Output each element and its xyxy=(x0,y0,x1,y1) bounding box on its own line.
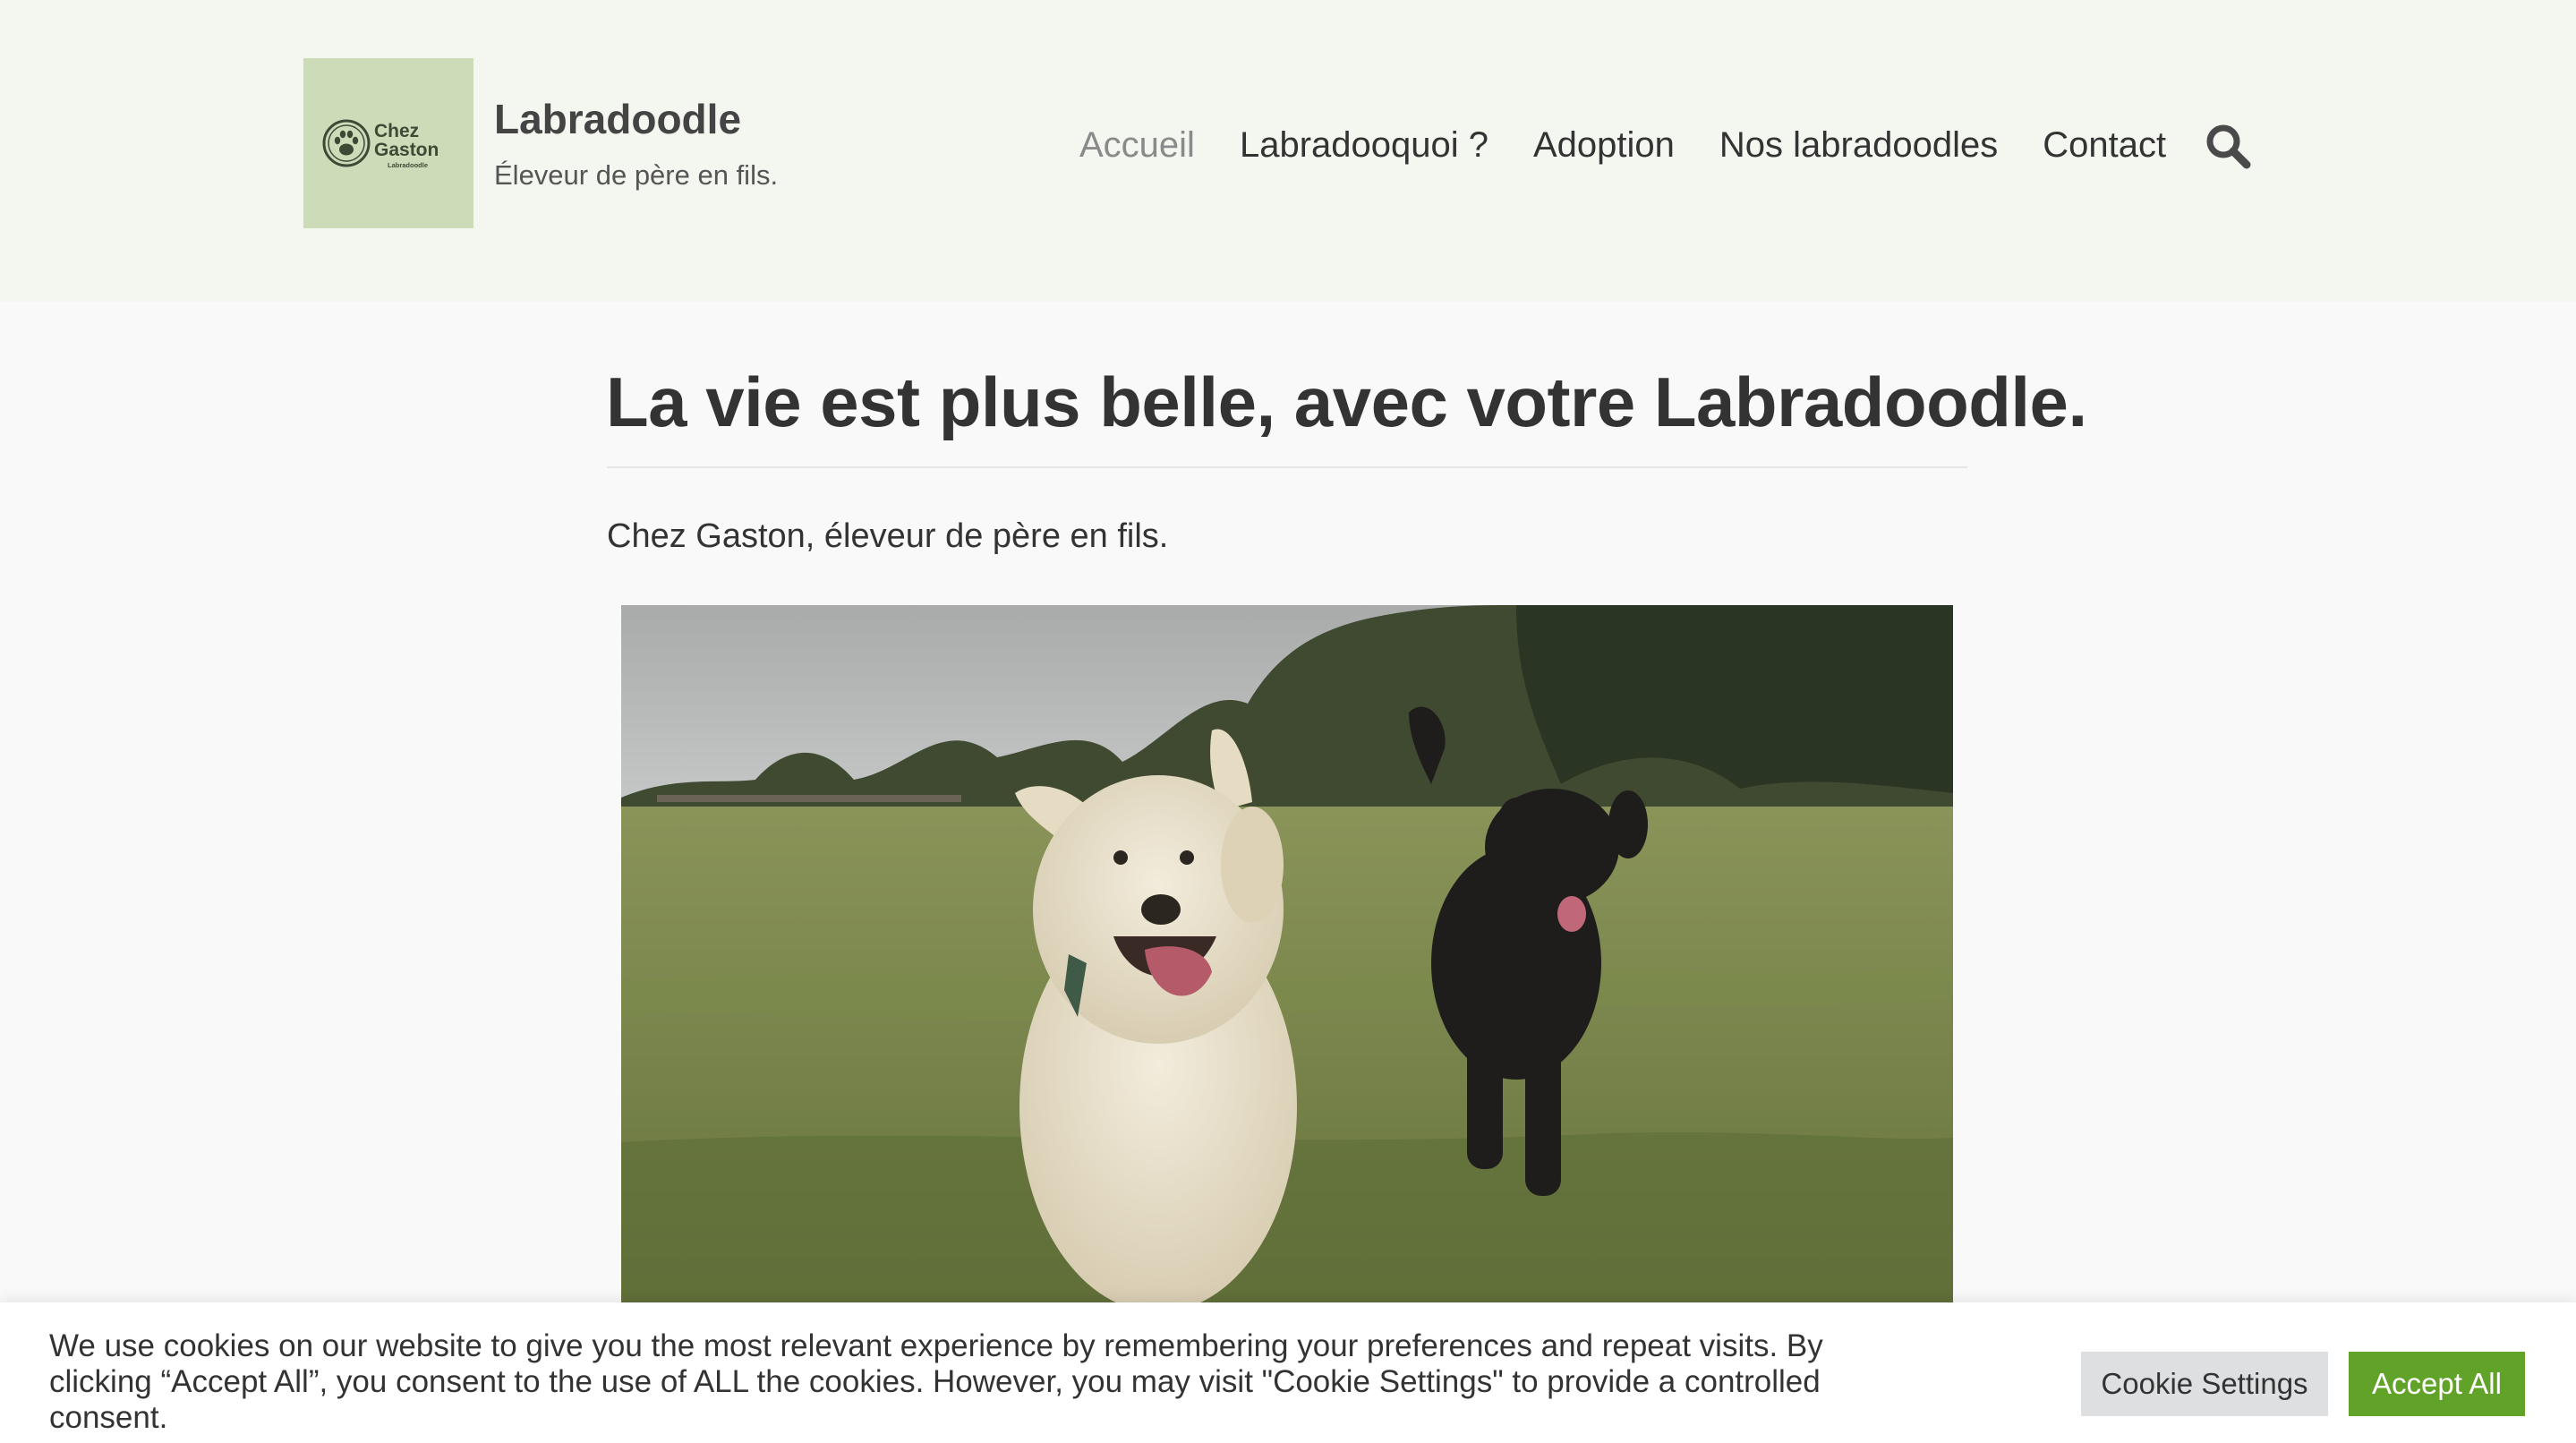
cookie-settings-button[interactable]: Cookie Settings xyxy=(2081,1352,2328,1416)
logo-text-gaston: Gaston xyxy=(374,140,439,160)
nav-item-contact[interactable]: Contact xyxy=(2043,125,2166,166)
accept-all-button[interactable]: Accept All xyxy=(2349,1352,2525,1416)
logo-text-chez: Chez xyxy=(374,121,419,141)
page-title: La vie est plus belle, avec votre Labrad… xyxy=(606,363,2087,441)
hero-image-two-dogs xyxy=(621,605,1953,1303)
site-logo[interactable]: Chez Gaston Labradoodle xyxy=(303,58,473,228)
nav-item-adoption[interactable]: Adoption xyxy=(1533,125,1675,166)
logo-text-labradoodle: Labradoodle xyxy=(388,161,428,169)
search-icon xyxy=(2206,124,2251,169)
site-tagline: Éleveur de père en fils. xyxy=(494,159,779,191)
nav-item-accueil[interactable]: Accueil xyxy=(1079,125,1195,166)
nav-item-labradooquoi[interactable]: Labradooquoi ? xyxy=(1240,125,1488,166)
site-title[interactable]: Labradoodle xyxy=(494,95,741,143)
dogs-photo-illustration xyxy=(621,605,1953,1303)
main-nav: Accueil Labradooquoi ? Adoption Nos labr… xyxy=(1079,120,2211,170)
search-button[interactable] xyxy=(2204,122,2252,170)
site-header: Chez Gaston Labradoodle Labradoodle Élev… xyxy=(0,0,2576,302)
white-dog xyxy=(1015,729,1297,1303)
cookie-banner: We use cookies on our website to give yo… xyxy=(0,1302,2576,1443)
paw-logo-icon: Chez Gaston Labradoodle xyxy=(322,119,439,169)
cookie-consent-text: We use cookies on our website to give yo… xyxy=(49,1328,1823,1435)
intro-text: Chez Gaston, éleveur de père en fils. xyxy=(607,517,1169,555)
nav-item-nos-labradoodles[interactable]: Nos labradoodles xyxy=(1719,125,1998,166)
title-divider xyxy=(607,466,1967,468)
